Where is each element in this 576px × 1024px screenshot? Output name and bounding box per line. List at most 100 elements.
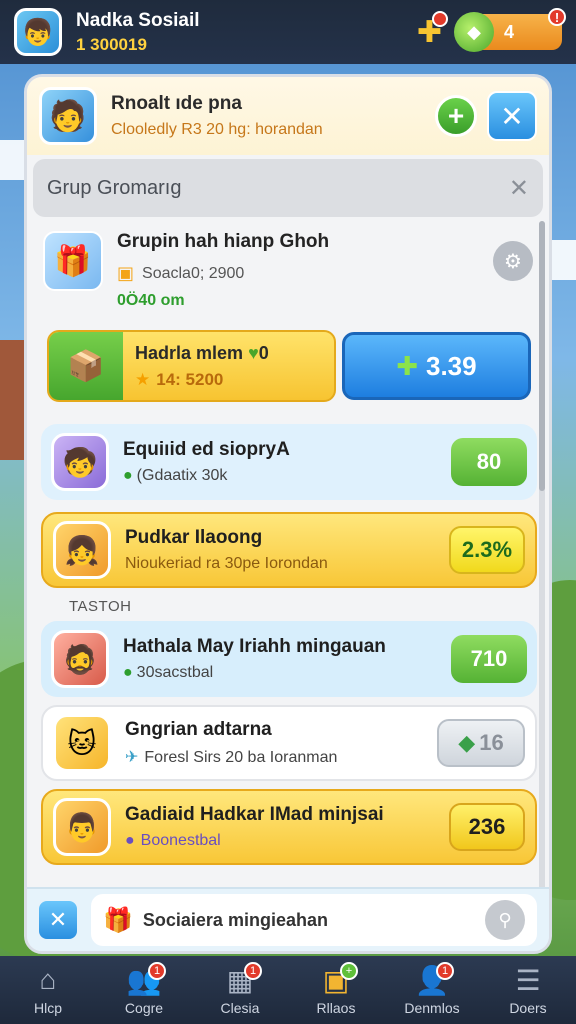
group-info-line-text: Soacla0; 2900 [142,264,245,282]
nav-badge: 1 [244,962,262,980]
chest-icon: ▣ [117,263,135,283]
list-item-value-pill[interactable]: 236 [449,803,525,851]
nav-badge: 1 [148,962,166,980]
add-button[interactable]: + [435,95,477,137]
offer-price: ★ 14: 5200 [135,370,269,390]
offer-price-text: 14: 5200 [156,369,224,389]
group-info-card: 🎁 Grupin hah hianp Ghoh ▣ Soacla0; 2900 0… [27,217,549,310]
list-item-title: Hathala May Iriahh mingauan [123,636,386,657]
footer-field[interactable]: 🎁 Sociaiera mingieahan ⚲ [91,894,537,946]
group-close-icon[interactable]: ✕ [509,174,529,203]
group-info-green-text: 0Ö40 om [117,292,185,309]
globe-icon: ● [123,467,133,484]
gift-icon: 🎁 [103,906,133,934]
list-item-value-pill[interactable]: 710 [451,635,527,683]
puzzle-icon[interactable]: ✚ [417,10,448,50]
treasure-box-icon: 📦 [49,332,123,400]
gem-counter[interactable]: ◆ 4 ! [454,8,566,52]
heart-icon: ♥ [248,342,259,363]
list-item-title: Gngrian adtarna [125,719,272,740]
close-button[interactable]: ✕ [487,91,537,141]
group-bar[interactable]: Grup Gromarıg ✕ [33,159,543,217]
character-avatar-icon: 🧒 [51,433,109,491]
list-item-subtitle: ● (Gdaatix 30k [123,467,451,485]
scrollbar[interactable] [539,221,545,921]
nav-item-home[interactable]: ⌂ Hlcp [0,964,96,1016]
gem-icon: ◆ [454,12,494,52]
list-item-subtitle: ✈ Foresl Sirs 20 ba Ioranman [125,747,437,767]
list-item[interactable]: 👧 Pudkar Ilaoong Nioukeriad ra 30pe Ioro… [41,512,537,588]
check-icon: ● [123,664,133,681]
plane-icon: ✈ [125,749,139,766]
offer-row: 📦 Hadrla mlem ♥0 ★ 14: 5200 ✚ 3.39 [47,330,531,402]
coin-icon: ● [125,832,135,849]
nav-badge: + [340,962,358,980]
list-item-subtitle: Nioukeriad ra 30pe Iorondan [125,555,328,572]
gem-count: 4 [504,21,515,42]
nav-label: Hlcp [33,1000,62,1016]
buy-button-label: 3.39 [425,350,477,381]
nav-badge: 1 [436,962,454,980]
notification-dot [432,10,448,27]
character-avatar-icon: 🧔 [51,630,109,688]
nav-label: Cogre [124,1000,164,1016]
header-subtitle: Clooledly R3 20 hg: horandan [111,121,323,138]
panel-header: 🧑 Rnoalt ıde pna Clooledly R3 20 hg: hor… [27,77,549,155]
location-pin-icon[interactable]: ⚲ [485,900,525,940]
player-avatar[interactable]: 👦 [14,8,62,56]
list-item-subtitle-text: Boonestbal [140,832,221,849]
list-item-value-pill[interactable]: ◆ 16 [437,719,525,767]
list-item-subtitle-text: (Gdaatix 30k [136,467,228,484]
header-avatar: 🧑 [39,87,97,145]
gift-box-icon: 🎁 [43,231,103,291]
character-avatar-icon: 👨 [53,798,111,856]
list-item-value-pill[interactable]: 80 [451,438,527,486]
offer-title: Hadrla mlem ♥0 [135,343,269,364]
header-title: Rnoalt ıde pna [111,93,242,114]
group-info-title: Grupin hah hianp Ghoh [117,231,330,252]
nav-item-calendar[interactable]: ▦ 1 Clesia [192,962,288,1016]
settings-icon[interactable]: ⚙ [493,241,533,281]
list-item[interactable]: 🧒 Equiıid ed siopryA ● (Gdaatix 30k 80 [41,424,537,500]
list-item-subtitle: ● 30sacstbal [123,664,451,682]
list-item-title: Equiıid ed siopryA [123,439,290,460]
top-bar: 👦 Nadka Sosiail 1 300019 ✚ ◆ 4 ! [0,0,576,64]
menu-icon: ☰ [515,965,541,996]
plus-icon: ✚ [396,350,418,381]
cat-character-icon: 🐱 [53,714,111,772]
section-label: TASTOH [69,598,132,615]
nav-item-profile[interactable]: 👤 1 Denmlos [384,962,480,1016]
scrollbar-thumb[interactable] [539,221,545,491]
player-name: Nadka Sosiail [76,9,200,31]
list-item[interactable]: 🧔 Hathala May Iriahh mingauan ● 30sacstba… [41,621,537,697]
list-item-value-text: 16 [479,730,504,755]
nav-item-people[interactable]: 👥 1 Cogre [96,962,192,1016]
buy-button[interactable]: ✚ 3.39 [341,332,531,400]
list-item[interactable]: 🐱 Gngrian adtarna ✈ Foresl Sirs 20 ba Ior… [41,705,537,781]
offer-card[interactable]: 📦 Hadrla mlem ♥0 ★ 14: 5200 [47,330,336,402]
list-item-title: Pudkar Ilaoong [125,527,263,548]
footer-bar: ✕ 🎁 Sociaiera mingieahan ⚲ [27,887,549,951]
nav-label: Rllaos [316,1000,356,1016]
nav-label: Doers [509,1000,547,1016]
footer-close-button[interactable]: ✕ [39,901,77,939]
list-item-subtitle-text: 30sacstbal [136,664,214,681]
offer-title-text: Hadrla mlem [135,342,244,363]
bottom-nav: ⌂ Hlcp 👥 1 Cogre ▦ 1 Clesia ▣ + Rllaos 👤… [0,956,576,1024]
nav-item-menu[interactable]: ☰ Doers [480,964,576,1016]
add-gems-icon[interactable]: ! [548,8,566,26]
list-item-value-pill[interactable]: 2.3% [449,526,525,574]
home-icon: ⌂ [39,964,57,995]
player-score: 1 300019 [76,34,147,54]
gem-icon: ◆ [458,730,476,755]
character-avatar-icon: 👧 [53,521,111,579]
nav-item-chest[interactable]: ▣ + Rllaos [288,962,384,1016]
list-item-subtitle-text: Foresl Sirs 20 ba Ioranman [144,749,338,766]
list-item-subtitle: ● Boonestbal [125,832,449,850]
group-info-line: ▣ Soacla0; 2900 [117,263,493,284]
list-item[interactable]: 👨 Gadiaid Hadkar IMad minjsai ● Boonestba… [41,789,537,865]
footer-text: Sociaiera mingieahan [142,909,328,930]
nav-label: Denmlos [404,1000,460,1016]
offer-title-count: 0 [258,342,269,363]
group-title: Grup Gromarıg [47,176,182,199]
